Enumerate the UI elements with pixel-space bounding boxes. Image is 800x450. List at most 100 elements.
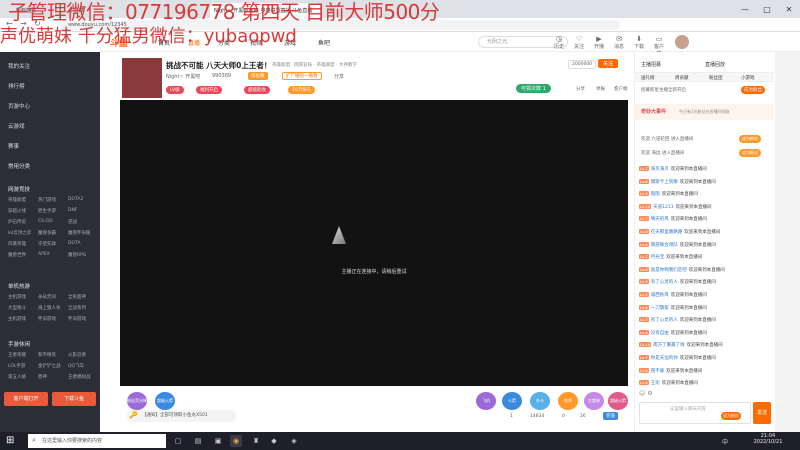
download-app-button[interactable]: 下载斗鱼 xyxy=(52,392,96,406)
clock[interactable]: 21:04 2022/10/21 xyxy=(748,433,788,445)
sidebar-category-cell[interactable]: 王者荣耀 xyxy=(8,352,26,358)
sidebar-category-cell[interactable]: CS:GO xyxy=(38,219,53,224)
sidebar-category-cell[interactable]: 永劫无间 xyxy=(38,294,56,300)
sidebar-category-cell[interactable]: 英雄联盟 xyxy=(8,197,26,203)
chat-username[interactable]: 摩斯卡上到哪 xyxy=(651,180,678,185)
recharge-button[interactable]: 充值 xyxy=(603,412,618,420)
sidebar-category-cell[interactable]: 热门游戏 xyxy=(38,197,56,203)
rank-badge[interactable]: 排位赛 xyxy=(248,72,268,80)
sidebar-category-cell[interactable]: QQ飞车 xyxy=(68,363,84,369)
minimize-button[interactable]: — xyxy=(734,0,756,18)
page-scrollbar[interactable] xyxy=(775,52,800,432)
chat-username[interactable]: 就是你啊我们走吧 xyxy=(651,268,687,273)
sidebar-category-cell[interactable]: 第五人格 xyxy=(8,374,26,380)
broadcast-icon[interactable]: ▶ 开播 xyxy=(592,35,606,50)
sidebar-category-cell[interactable]: 魔兽RPG xyxy=(68,252,86,258)
sidebar-category-cell[interactable]: 穿越火线 xyxy=(8,208,26,214)
sidebar-category-cell[interactable]: 原生手游 xyxy=(38,208,56,214)
streamer-avatar[interactable] xyxy=(122,58,162,98)
share-sub-link[interactable]: 分享 xyxy=(576,86,585,92)
app-icon-2[interactable]: ◆ xyxy=(268,435,280,447)
chat-username[interactable]: 城西秋风 xyxy=(651,293,669,298)
chat-username[interactable]: 一刀飘絮 xyxy=(651,306,669,311)
settings-icon[interactable]: ⚙ xyxy=(647,390,652,397)
sidebar-category-cell[interactable]: 逆战 xyxy=(68,219,77,225)
broadcast-badge[interactable]: 扩广播陪一瓶香 xyxy=(282,72,322,80)
sidebar-category-cell[interactable]: 全战系列 xyxy=(68,305,86,311)
sidebar-item-follow[interactable]: 我的关注 xyxy=(8,62,30,70)
sidebar-category-cell[interactable]: APEX xyxy=(38,252,50,257)
chat-username[interactable]: 有了心灵的人 xyxy=(651,280,678,285)
chat-username[interactable]: 月光宝 xyxy=(651,255,665,260)
sidebar-category-cell[interactable]: 原神 xyxy=(38,374,47,380)
sidebar-item-cloudgame[interactable]: 云游戏 xyxy=(8,122,25,130)
nav-yuba[interactable]: 鱼吧 xyxy=(318,38,330,47)
chat-username[interactable]: 夜不寐 xyxy=(651,369,665,374)
subtab-fans[interactable]: 粉丝团 xyxy=(709,75,723,81)
sidebar-category-cell[interactable]: 怀旧游戏 xyxy=(38,316,56,322)
emoji-icon[interactable]: ☺ xyxy=(639,390,645,397)
chat-username[interactable]: 你是天边的你 xyxy=(651,356,678,361)
sidebar-item-esports[interactable]: 赛事 xyxy=(8,142,19,150)
chat-username[interactable]: 晴天的风 xyxy=(651,217,669,222)
claim-button[interactable]: 可领次数 1 xyxy=(516,84,551,93)
sidebar-category-cell[interactable]: DNF xyxy=(68,208,77,213)
subtab-week[interactable]: 周贡献 xyxy=(675,75,689,81)
video-player[interactable]: 主播正在连接中，请稍后重试 xyxy=(120,100,628,386)
chat-username[interactable]: 王珩 xyxy=(651,381,660,386)
explorer-icon[interactable]: ▤ xyxy=(192,435,204,447)
gift-big-god[interactable]: 大超神 xyxy=(584,392,604,410)
chat-username[interactable]: 在天那里路路路 xyxy=(651,230,683,235)
share-link[interactable]: 分享 xyxy=(334,73,344,80)
sidebar-category-cell[interactable]: 魔兽争霸 xyxy=(38,230,56,236)
become-fan-button[interactable]: 成为粉丝 xyxy=(741,86,765,94)
sidebar-category-cell[interactable]: lol云顶之弈 xyxy=(8,230,31,236)
assist-tag[interactable]: 超级助攻 xyxy=(244,86,270,94)
streamer-name[interactable]: Night~ 开黑吧 xyxy=(166,73,200,80)
sidebar-item-webgame[interactable]: 页游中心 xyxy=(8,102,30,110)
sidebar-category-cell[interactable]: 火影忍者 xyxy=(68,352,86,358)
follow-button[interactable]: 关注 xyxy=(598,59,619,68)
client-link[interactable]: 客户端 xyxy=(614,86,628,92)
taskview-icon[interactable]: ▢ xyxy=(172,435,184,447)
tab-replay[interactable]: 直播回放 xyxy=(705,61,725,68)
welfare-tag[interactable]: 福利开启 xyxy=(196,86,222,94)
follow-icon[interactable]: ♡ 关注 xyxy=(572,35,586,50)
sidebar-category-cell[interactable]: 大型格斗 xyxy=(8,305,26,311)
chat-fan-button[interactable]: 成为粉丝 xyxy=(721,412,741,420)
sidebar-category-cell[interactable]: 魔兽怀旧服 xyxy=(68,230,91,236)
terminal-icon[interactable]: ▣ xyxy=(212,435,224,447)
chat-username[interactable]: 没有自由 xyxy=(651,331,669,336)
tab-recruit[interactable]: 主播招募 xyxy=(641,61,661,68)
level-tag[interactable]: LV级 xyxy=(166,86,184,94)
maximize-button[interactable]: □ xyxy=(756,0,778,18)
gift-rocket[interactable]: 火箭 xyxy=(502,392,522,410)
sidebar-category-cell[interactable]: 魔兽世界 xyxy=(8,252,26,258)
sidebar-category-cell[interactable]: DOTA2 xyxy=(68,197,83,202)
sidebar-category-cell[interactable]: 炉石传说 xyxy=(8,219,26,225)
gift-super-rocket[interactable]: 超级火箭 xyxy=(155,392,175,410)
sidebar-category-cell[interactable]: 怀旧游戏 xyxy=(68,316,86,322)
chat-username[interactable]: 陌陌 xyxy=(651,192,660,197)
avatar[interactable] xyxy=(675,35,689,49)
taskbar-search[interactable]: 在这里输入你要搜索的内容 xyxy=(28,434,166,448)
gift-plane[interactable]: 飞机 xyxy=(476,392,496,410)
sidebar-category-cell[interactable]: 王者模拟战 xyxy=(68,374,91,380)
sidebar-category-cell[interactable]: 守望先锋 xyxy=(38,241,56,247)
enter-fan-button-2[interactable]: 成为粉丝 xyxy=(739,149,761,157)
sidebar-category-cell[interactable]: LOL手游 xyxy=(8,363,25,369)
close-window-button[interactable]: ✕ xyxy=(778,0,800,18)
chat-username[interactable]: 有了心灵的人 xyxy=(651,318,678,323)
gift-chicken[interactable]: 吃鸡 xyxy=(558,392,578,410)
report-link[interactable]: 举报 xyxy=(596,86,605,92)
enter-fan-button-1[interactable]: 成为粉丝 xyxy=(739,135,761,143)
chat-username[interactable]: 南部联合领队 xyxy=(651,243,678,248)
sidebar-category-cell[interactable]: 主机游戏 xyxy=(8,294,26,300)
start-icon[interactable]: ⊞ xyxy=(6,435,18,447)
message-icon[interactable]: ✉ 消息 xyxy=(612,35,626,50)
sidebar-category-cell[interactable]: 全民超神 xyxy=(68,294,86,300)
gift-tag[interactable]: 10万份礼 xyxy=(288,86,316,94)
sidebar-category-cell[interactable]: 金铲铲之战 xyxy=(38,363,61,369)
sidebar-category-cell[interactable]: 和平精英 xyxy=(38,352,56,358)
gift-card[interactable]: 办卡 xyxy=(530,392,550,410)
